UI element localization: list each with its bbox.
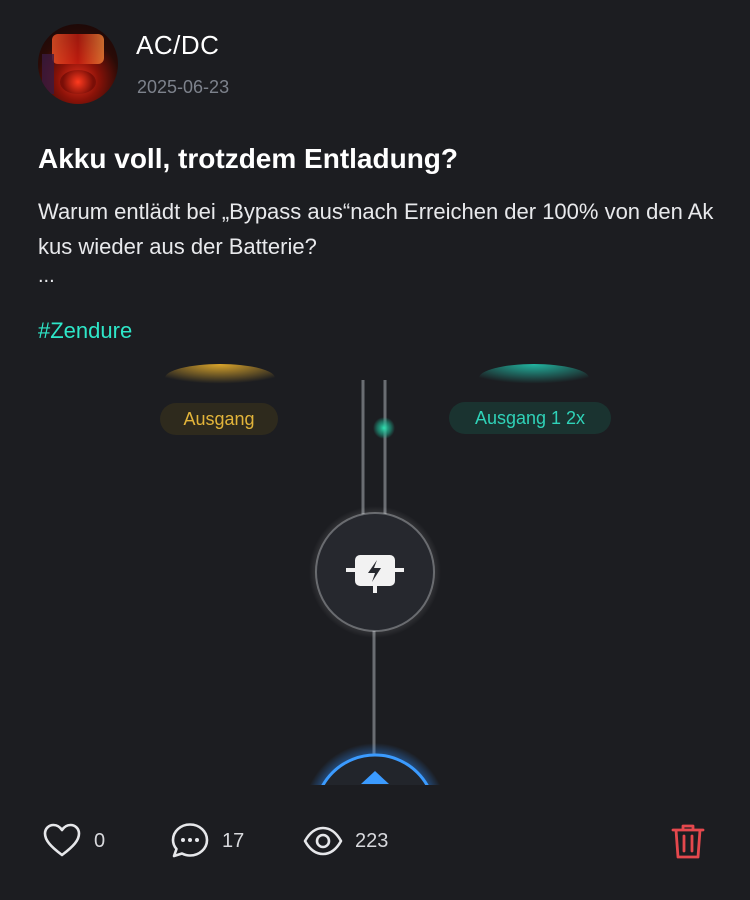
delete-button[interactable] <box>670 820 706 862</box>
output-label-right: Ausgang 1 2x <box>449 402 611 434</box>
post-detail-page: AC/DC 2025-06-23 Akku voll, trotzdem Ent… <box>0 0 750 900</box>
avatar-image-detail <box>52 34 104 64</box>
like-button[interactable]: 0 <box>42 820 105 862</box>
trash-icon <box>671 824 705 859</box>
eye-icon <box>303 826 343 856</box>
output-label-left: Ausgang <box>160 403 278 435</box>
comment-icon <box>171 823 209 858</box>
post-body: Warum entlädt bei „Bypass aus“nach Errei… <box>38 199 714 259</box>
avatar-image-detail <box>42 54 54 94</box>
flow-dot <box>373 417 395 439</box>
energy-flow-illustration <box>165 364 589 785</box>
comment-button[interactable]: 17 <box>170 820 244 862</box>
view-count: 223 <box>355 829 389 852</box>
post-date: 2025-06-23 <box>137 77 230 97</box>
post-image[interactable]: Ausgang Ausgang 1 2x <box>38 360 712 785</box>
post-more-ellipsis[interactable]: ... <box>38 265 55 288</box>
output-node-glow <box>165 364 275 392</box>
avatar[interactable] <box>38 24 118 104</box>
hashtag-link[interactable]: #Zendure <box>38 318 132 344</box>
post-title: Akku voll, trotzdem Entladung? <box>38 143 459 174</box>
comment-count: 17 <box>222 829 245 852</box>
heart-icon <box>43 823 81 857</box>
author-name[interactable]: AC/DC <box>136 30 219 61</box>
output-node-glow <box>479 364 589 392</box>
avatar-image-detail <box>60 70 96 94</box>
like-count: 0 <box>94 829 106 852</box>
views-indicator: 223 <box>303 820 388 862</box>
